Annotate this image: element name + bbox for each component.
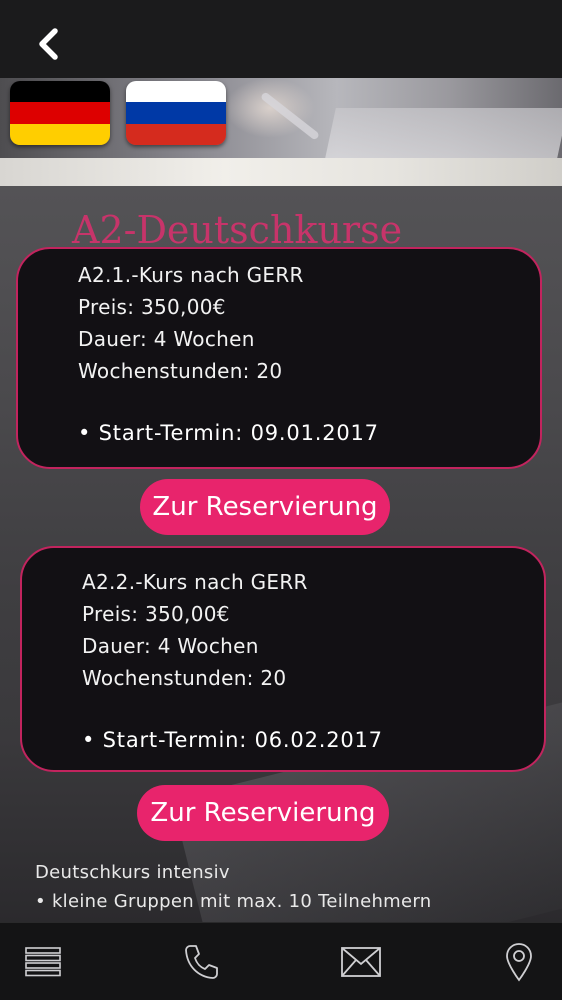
reservation-button[interactable]: Zur Reservierung (137, 785, 389, 841)
course-name: A2.2.-Kurs nach GERR (82, 570, 308, 594)
reservation-button[interactable]: Zur Reservierung (140, 479, 390, 535)
location-button[interactable] (494, 937, 544, 987)
flag-german-button[interactable] (10, 81, 110, 145)
course-price: Preis: 350,00€ (78, 295, 226, 319)
phone-button[interactable] (176, 937, 226, 987)
flag-stripe (126, 81, 226, 103)
menu-icon (25, 947, 61, 977)
location-pin-icon (506, 943, 532, 982)
flag-stripe (126, 123, 226, 145)
flag-stripe (10, 81, 110, 103)
course-start-date: • Start-Termin: 09.01.2017 (78, 421, 379, 445)
course-hours: Wochenstunden: 20 (82, 666, 287, 690)
info-bullet: • kleine Gruppen mit max. 10 Teilnehmern (35, 891, 432, 912)
course-hours: Wochenstunden: 20 (78, 359, 283, 383)
page-title: A2-Deutschkurse (72, 208, 403, 252)
flag-stripe (10, 123, 110, 145)
course-card: A2.2.-Kurs nach GERR Preis: 350,00€ Daue… (20, 546, 546, 772)
bottom-nav-bar (0, 922, 562, 1000)
menu-button[interactable] (18, 937, 68, 987)
course-price: Preis: 350,00€ (82, 602, 230, 626)
course-name: A2.1.-Kurs nach GERR (78, 263, 304, 287)
top-bar (0, 0, 562, 78)
chevron-left-icon (39, 28, 58, 60)
phone-icon (185, 945, 218, 979)
info-heading: Deutschkurs intensiv (35, 862, 230, 883)
course-duration: Dauer: 4 Wochen (78, 327, 255, 351)
course-duration: Dauer: 4 Wochen (82, 634, 259, 658)
flag-russian-button[interactable] (126, 81, 226, 145)
flag-stripe (10, 102, 110, 124)
course-card: A2.1.-Kurs nach GERR Preis: 350,00€ Daue… (16, 247, 542, 469)
mail-button[interactable] (336, 937, 386, 987)
course-start-date: • Start-Termin: 06.02.2017 (82, 728, 383, 752)
mail-icon (341, 947, 381, 977)
flag-stripe (126, 102, 226, 124)
back-button[interactable] (26, 22, 70, 66)
